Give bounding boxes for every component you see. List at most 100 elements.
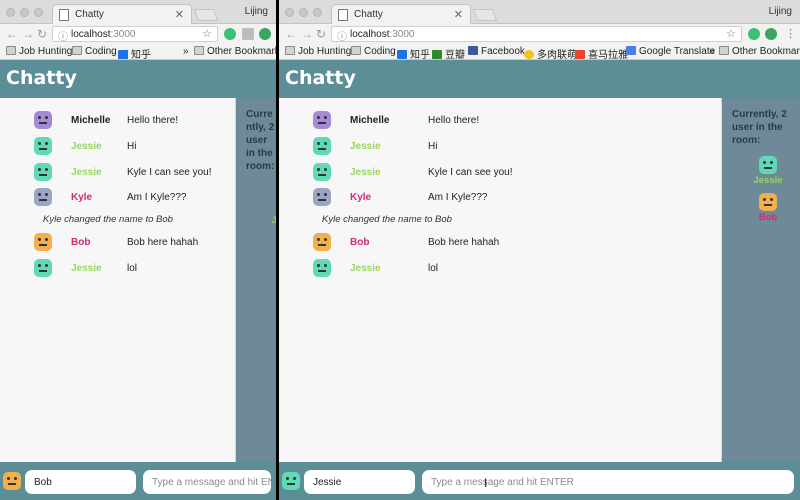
extension-icon[interactable] bbox=[242, 28, 254, 40]
address-toolbar: ← → ↻ ⓘ localhost:3000 ☆ bbox=[0, 24, 276, 44]
bookmarks-bar: Job Hunting Coding 知乎 » Other Bookmarks bbox=[0, 44, 276, 61]
message-text: lol bbox=[428, 263, 439, 274]
address-toolbar: ← → ↻ ⓘ localhost:3000 ☆ ⋮ bbox=[279, 24, 800, 44]
page-icon bbox=[59, 9, 69, 21]
folder-icon bbox=[6, 46, 16, 55]
message-username: Jessie bbox=[350, 141, 381, 152]
tab-title: Chatty bbox=[75, 9, 104, 20]
new-tab-button[interactable] bbox=[472, 9, 498, 21]
online-user: Bob bbox=[266, 236, 276, 266]
download-extension-icon[interactable] bbox=[259, 28, 271, 40]
message-text: Kyle I can see you! bbox=[428, 167, 513, 178]
address-bar[interactable]: ⓘ localhost:3000 ☆ bbox=[331, 26, 742, 43]
message-text: Hi bbox=[428, 141, 438, 152]
tab-title: Chatty bbox=[354, 9, 383, 20]
app-title: Chatty bbox=[6, 67, 77, 89]
bookmark-label: Job Hunting bbox=[19, 46, 73, 57]
tab-strip: Chatty ✕ Lijing bbox=[279, 0, 800, 25]
reload-icon[interactable]: ↻ bbox=[37, 27, 47, 41]
avatar bbox=[313, 233, 331, 251]
new-tab-button[interactable] bbox=[193, 9, 219, 21]
bookmark-star-icon[interactable]: ☆ bbox=[726, 27, 736, 40]
online-user: Bob bbox=[748, 193, 788, 223]
minimize-window-icon[interactable] bbox=[20, 8, 29, 17]
message-text: Am I Kyle??? bbox=[127, 192, 187, 203]
zhihu-icon bbox=[397, 50, 407, 59]
avatar bbox=[34, 163, 52, 181]
browser-tab[interactable]: Chatty ✕ bbox=[331, 4, 471, 25]
message-input[interactable] bbox=[422, 470, 794, 494]
close-tab-icon[interactable]: ✕ bbox=[175, 8, 184, 21]
minimize-window-icon[interactable] bbox=[299, 8, 308, 17]
message-text: Hello there! bbox=[127, 115, 179, 126]
duorou-icon bbox=[524, 50, 534, 59]
message-list: Michelle Hello there! Jessie Hi Jessie K… bbox=[0, 98, 236, 462]
zoom-window-icon[interactable] bbox=[34, 8, 43, 17]
bookmark-coding[interactable]: Coding bbox=[72, 46, 117, 57]
bookmark-other[interactable]: Other Bookmarks bbox=[719, 46, 800, 57]
browser-menu-icon[interactable]: ⋮ bbox=[785, 27, 796, 40]
url-port: :3000 bbox=[110, 29, 136, 40]
close-window-icon[interactable] bbox=[6, 8, 15, 17]
message-username: Michelle bbox=[350, 115, 390, 126]
url-text: localhost:3000 bbox=[350, 29, 415, 40]
forward-icon[interactable]: → bbox=[22, 27, 34, 41]
profile-name[interactable]: Lijing bbox=[245, 6, 268, 17]
app-title: Chatty bbox=[285, 67, 356, 89]
zoom-window-icon[interactable] bbox=[313, 8, 322, 17]
ximalaya-icon bbox=[575, 50, 585, 59]
bookmark-star-icon[interactable]: ☆ bbox=[202, 27, 212, 40]
reload-icon[interactable]: ↻ bbox=[316, 27, 326, 41]
bookmark-duorou[interactable]: 多肉联萌 bbox=[524, 46, 577, 61]
online-username: Jessie bbox=[753, 175, 783, 186]
download-extension-icon[interactable] bbox=[765, 28, 777, 40]
bookmark-label: Other Bookmarks bbox=[732, 46, 800, 57]
username-input[interactable] bbox=[25, 470, 136, 494]
bookmark-label: Google Translate bbox=[639, 46, 716, 57]
browser-tab[interactable]: Chatty ✕ bbox=[52, 4, 192, 25]
message-username: Michelle bbox=[71, 115, 111, 126]
avatar bbox=[313, 259, 331, 277]
bookmark-zhihu[interactable]: 知乎 bbox=[118, 46, 151, 61]
message-username: Kyle bbox=[71, 192, 93, 203]
bookmark-facebook[interactable]: Facebook bbox=[468, 46, 525, 57]
close-tab-icon[interactable]: ✕ bbox=[454, 8, 463, 21]
facebook-icon bbox=[468, 46, 478, 55]
bookmark-douban[interactable]: 豆瓣 bbox=[432, 46, 465, 61]
bookmark-other[interactable]: Other Bookmarks bbox=[194, 46, 276, 57]
message-username: Bob bbox=[71, 237, 91, 248]
tab-strip: Chatty ✕ Lijing bbox=[0, 0, 276, 25]
avatar bbox=[313, 163, 331, 181]
bookmarks-overflow[interactable]: » bbox=[183, 46, 189, 57]
douban-icon bbox=[432, 50, 442, 59]
bookmark-label: Facebook bbox=[481, 46, 525, 57]
info-icon[interactable]: ⓘ bbox=[58, 28, 68, 43]
bookmark-coding[interactable]: Coding bbox=[351, 46, 396, 57]
message-username: Jessie bbox=[71, 141, 102, 152]
bookmark-google-translate[interactable]: Google Translate bbox=[626, 46, 715, 57]
back-icon[interactable]: ← bbox=[6, 27, 18, 41]
message-input[interactable] bbox=[143, 470, 271, 494]
message-username: Bob bbox=[350, 237, 370, 248]
bookmark-job-hunting[interactable]: Job Hunting bbox=[6, 46, 72, 57]
folder-icon bbox=[719, 46, 729, 55]
grammarly-extension-icon[interactable] bbox=[224, 28, 236, 40]
avatar bbox=[34, 188, 52, 206]
online-users-panel: Currently, 2 user in the room: Jessie Bo… bbox=[722, 98, 800, 462]
bookmark-ximalaya[interactable]: 喜马拉雅 bbox=[575, 46, 628, 61]
online-user: Jessie bbox=[266, 196, 276, 226]
address-bar[interactable]: ⓘ localhost:3000 ☆ bbox=[52, 26, 218, 43]
online-users-panel: Currently, 2 user in the room: Jessie Bo… bbox=[236, 98, 276, 462]
forward-icon[interactable]: → bbox=[301, 27, 313, 41]
system-message: Kyle changed the name to Bob bbox=[43, 214, 173, 225]
bookmark-label: Coding bbox=[85, 46, 117, 57]
grammarly-extension-icon[interactable] bbox=[748, 28, 760, 40]
close-window-icon[interactable] bbox=[285, 8, 294, 17]
info-icon[interactable]: ⓘ bbox=[337, 28, 347, 43]
bookmark-zhihu[interactable]: 知乎 bbox=[397, 46, 430, 61]
profile-name[interactable]: Lijing bbox=[769, 6, 792, 17]
bookmark-job-hunting[interactable]: Job Hunting bbox=[285, 46, 351, 57]
username-input[interactable] bbox=[304, 470, 415, 494]
back-icon[interactable]: ← bbox=[285, 27, 297, 41]
bookmarks-overflow[interactable]: » bbox=[709, 46, 715, 57]
